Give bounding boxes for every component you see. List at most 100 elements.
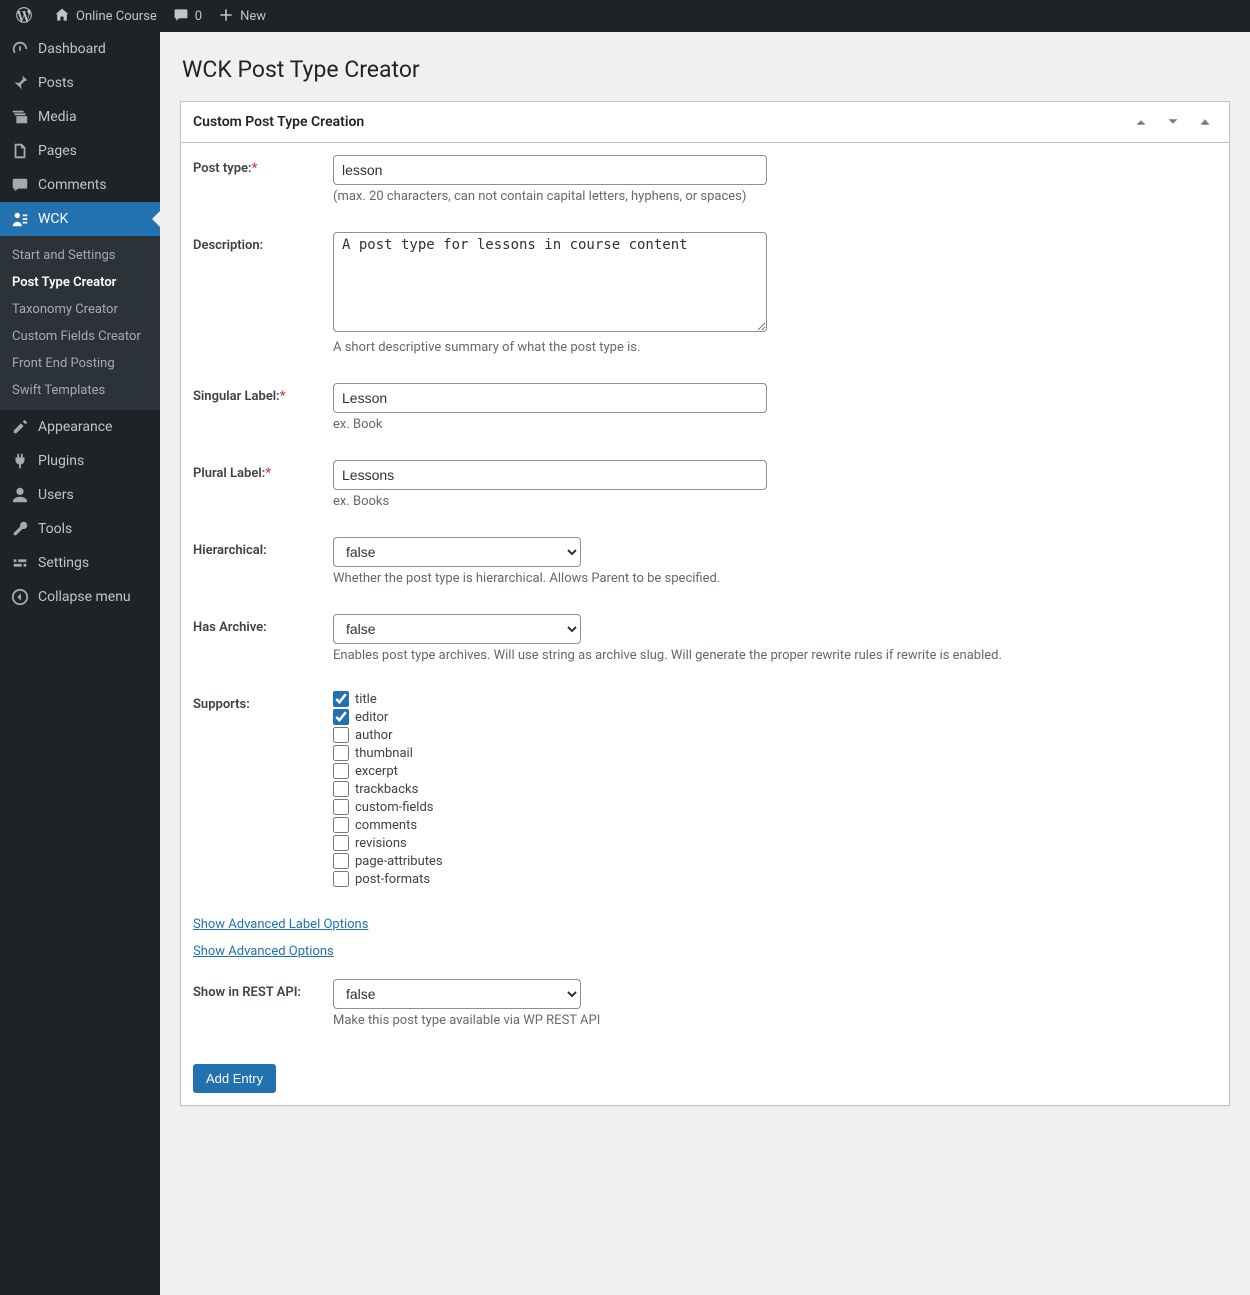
sidebar-item-dashboard[interactable]: Dashboard — [0, 32, 160, 66]
show-advanced-options-link[interactable]: Show Advanced Options — [193, 944, 334, 959]
admin-sidebar: Dashboard Posts Media Pages Comments WCK… — [0, 32, 160, 1295]
wck-submenu: Start and Settings Post Type Creator Tax… — [0, 236, 160, 410]
panel-move-up[interactable] — [1129, 110, 1153, 134]
pin-icon — [10, 74, 30, 92]
settings-icon — [10, 554, 30, 572]
hint-description: A short descriptive summary of what the … — [333, 340, 1217, 355]
admin-topbar: Online Course 0 New — [0, 0, 1250, 32]
sidebar-item-pages[interactable]: Pages — [0, 134, 160, 168]
label-rest: Show in REST API: — [193, 979, 333, 1028]
supports-label-revisions: revisions — [355, 836, 407, 851]
label-hierarchical: Hierarchical: — [193, 537, 333, 586]
supports-checkbox-post-formats[interactable] — [333, 871, 349, 887]
sidebar-item-posts[interactable]: Posts — [0, 66, 160, 100]
supports-checkbox-title[interactable] — [333, 691, 349, 707]
supports-option-excerpt[interactable]: excerpt — [333, 763, 1217, 779]
new-label: New — [240, 9, 266, 24]
supports-option-post-formats[interactable]: post-formats — [333, 871, 1217, 887]
supports-option-author[interactable]: author — [333, 727, 1217, 743]
plugins-icon — [10, 452, 30, 470]
supports-checkbox-revisions[interactable] — [333, 835, 349, 851]
chevron-up-icon — [1132, 113, 1150, 131]
add-entry-button[interactable]: Add Entry — [193, 1064, 276, 1093]
supports-option-trackbacks[interactable]: trackbacks — [333, 781, 1217, 797]
supports-option-thumbnail[interactable]: thumbnail — [333, 745, 1217, 761]
supports-checkboxes: title editor author thumbnail excerpt trackba… — [333, 691, 1217, 887]
supports-checkbox-custom-fields[interactable] — [333, 799, 349, 815]
supports-checkbox-thumbnail[interactable] — [333, 745, 349, 761]
supports-option-page-attributes[interactable]: page-attributes — [333, 853, 1217, 869]
submenu-taxonomy-creator[interactable]: Taxonomy Creator — [0, 296, 160, 323]
hint-post-type: (max. 20 characters, can not contain cap… — [333, 189, 1217, 204]
supports-checkbox-author[interactable] — [333, 727, 349, 743]
label-post-type: Post type:* — [193, 155, 333, 204]
sidebar-item-appearance[interactable]: Appearance — [0, 410, 160, 444]
site-name-link[interactable]: Online Course — [46, 0, 165, 32]
supports-option-comments[interactable]: comments — [333, 817, 1217, 833]
supports-checkbox-comments[interactable] — [333, 817, 349, 833]
post-type-input[interactable] — [333, 155, 767, 185]
hint-has-archive: Enables post type archives. Will use str… — [333, 648, 1217, 663]
dashboard-icon — [10, 40, 30, 58]
comments-link[interactable]: 0 — [165, 0, 210, 32]
pages-icon — [10, 142, 30, 160]
plural-label-input[interactable] — [333, 460, 767, 490]
submenu-swift-templates[interactable]: Swift Templates — [0, 377, 160, 404]
wordpress-icon — [16, 7, 32, 26]
sidebar-item-wck[interactable]: WCK — [0, 202, 160, 236]
submenu-custom-fields-creator[interactable]: Custom Fields Creator — [0, 323, 160, 350]
hierarchical-select[interactable]: false — [333, 537, 581, 567]
description-input[interactable]: A post type for lessons in course conten… — [333, 232, 767, 332]
comment-icon — [173, 7, 189, 26]
submenu-post-type-creator[interactable]: Post Type Creator — [0, 269, 160, 296]
supports-label-page-attributes: page-attributes — [355, 854, 443, 869]
users-icon — [10, 486, 30, 504]
supports-checkbox-excerpt[interactable] — [333, 763, 349, 779]
submenu-front-end-posting[interactable]: Front End Posting — [0, 350, 160, 377]
singular-label-input[interactable] — [333, 383, 767, 413]
supports-label-editor: editor — [355, 710, 388, 725]
supports-label-excerpt: excerpt — [355, 764, 398, 779]
main-content: WCK Post Type Creator Custom Post Type C… — [160, 32, 1250, 1295]
supports-label-author: author — [355, 728, 392, 743]
supports-option-revisions[interactable]: revisions — [333, 835, 1217, 851]
new-content-link[interactable]: New — [210, 0, 274, 32]
submenu-start-settings[interactable]: Start and Settings — [0, 242, 160, 269]
show-advanced-label-options-link[interactable]: Show Advanced Label Options — [193, 917, 368, 932]
label-supports: Supports: — [193, 691, 333, 889]
tools-icon — [10, 520, 30, 538]
supports-label-post-formats: post-formats — [355, 872, 430, 887]
supports-label-trackbacks: trackbacks — [355, 782, 418, 797]
label-plural: Plural Label:* — [193, 460, 333, 509]
label-description: Description: — [193, 232, 333, 355]
sidebar-item-settings[interactable]: Settings — [0, 546, 160, 580]
supports-option-editor[interactable]: editor — [333, 709, 1217, 725]
has-archive-select[interactable]: false — [333, 614, 581, 644]
supports-checkbox-page-attributes[interactable] — [333, 853, 349, 869]
panel-move-down[interactable] — [1161, 110, 1185, 134]
panel-toggle[interactable] — [1193, 110, 1217, 134]
site-name: Online Course — [76, 9, 157, 24]
sidebar-item-collapse[interactable]: Collapse menu — [0, 580, 160, 614]
comments-icon — [10, 176, 30, 194]
supports-checkbox-editor[interactable] — [333, 709, 349, 725]
page-title: WCK Post Type Creator — [182, 56, 1230, 83]
wp-logo[interactable] — [8, 0, 46, 32]
rest-api-select[interactable]: false — [333, 979, 581, 1009]
plus-icon — [218, 7, 234, 26]
chevron-down-icon — [1164, 113, 1182, 131]
hint-plural: ex. Books — [333, 494, 1217, 509]
sidebar-item-media[interactable]: Media — [0, 100, 160, 134]
sidebar-item-plugins[interactable]: Plugins — [0, 444, 160, 478]
sidebar-item-comments[interactable]: Comments — [0, 168, 160, 202]
sidebar-item-tools[interactable]: Tools — [0, 512, 160, 546]
supports-option-title[interactable]: title — [333, 691, 1217, 707]
sidebar-item-users[interactable]: Users — [0, 478, 160, 512]
comments-count: 0 — [195, 9, 202, 24]
custom-post-type-panel: Custom Post Type Creation Post type:* (m… — [180, 101, 1230, 1106]
home-icon — [54, 7, 70, 26]
appearance-icon — [10, 418, 30, 436]
hint-hierarchical: Whether the post type is hierarchical. A… — [333, 571, 1217, 586]
supports-option-custom-fields[interactable]: custom-fields — [333, 799, 1217, 815]
supports-checkbox-trackbacks[interactable] — [333, 781, 349, 797]
